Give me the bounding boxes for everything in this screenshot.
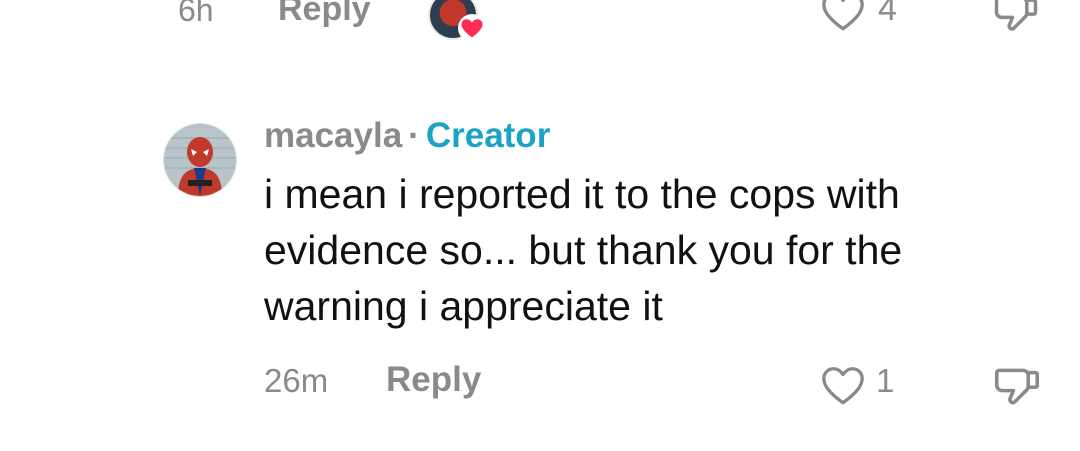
previous-like-count: 4 <box>878 0 897 28</box>
spiderman-avatar-image <box>164 124 236 196</box>
comment-header: macayla · Creator <box>264 114 550 158</box>
comment-time: 26m <box>264 362 329 399</box>
comment-text: i mean i reported it to the cops with ev… <box>264 171 903 329</box>
previous-thumbs-down-icon[interactable] <box>990 0 1042 38</box>
like-count: 1 <box>876 362 895 399</box>
red-heart-icon <box>458 14 486 42</box>
separator-dot: · <box>408 116 420 155</box>
comment-thread: 6h Reply 4 macayla · Creator i mean i rep <box>0 0 1080 451</box>
thumbs-down-icon[interactable] <box>990 358 1044 412</box>
previous-like-heart-icon[interactable] <box>818 0 868 36</box>
previous-reply-button[interactable]: Reply <box>278 0 371 29</box>
reply-button[interactable]: Reply <box>386 360 481 400</box>
avatar[interactable] <box>164 124 236 196</box>
username[interactable]: macayla <box>264 116 402 155</box>
previous-comment-time: 6h <box>178 0 214 28</box>
heart-outline-icon[interactable] <box>818 360 868 410</box>
creator-badge: Creator <box>425 116 551 155</box>
